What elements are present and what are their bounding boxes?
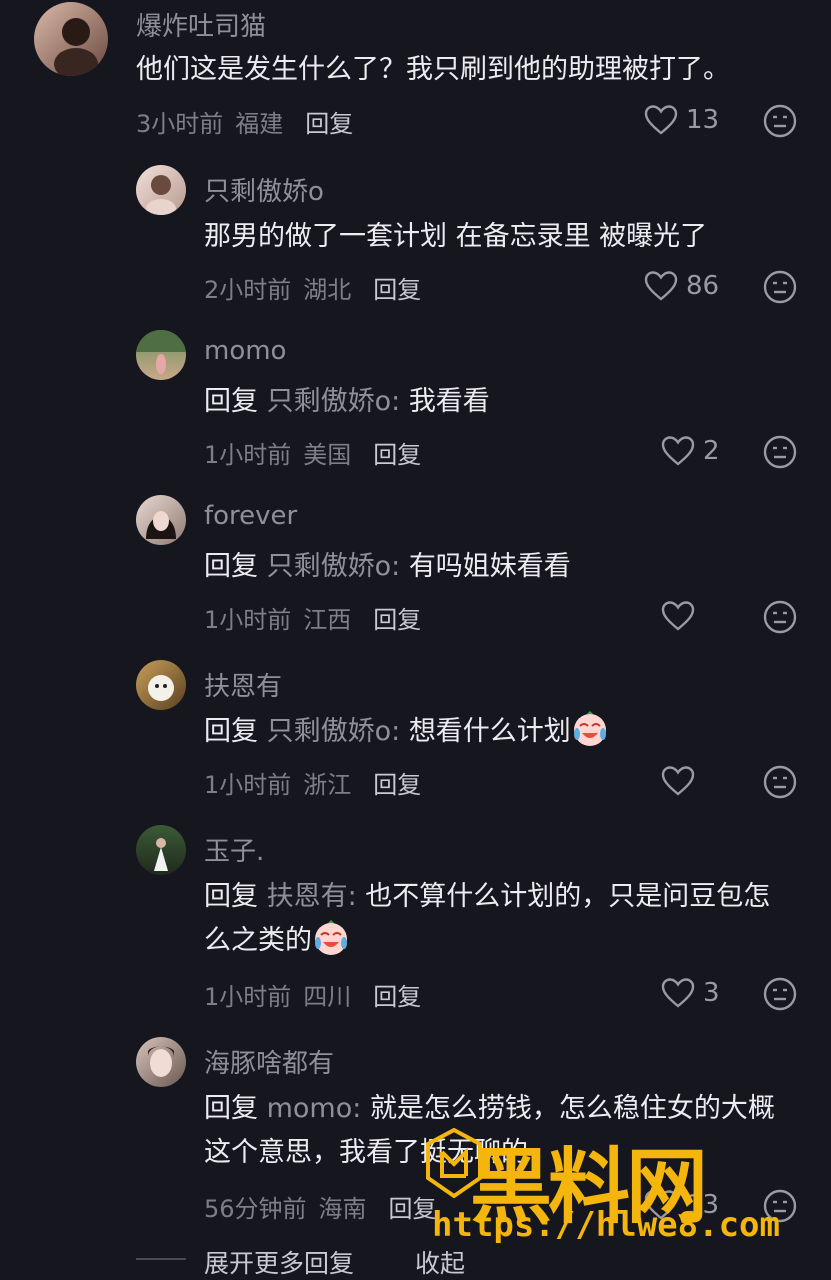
reply-button[interactable]: 回复 <box>305 110 353 138</box>
comment-text: 那男的做了一套计划 在备忘录里 被曝光了 <box>204 221 708 252</box>
comment-username[interactable]: 只剩傲娇o <box>204 171 324 208</box>
like-button[interactable]: 3 <box>661 977 720 1009</box>
divider <box>136 1258 186 1260</box>
like-count: 13 <box>686 105 720 135</box>
reply-target[interactable]: 扶恩有: <box>267 881 357 912</box>
neutral-face-icon[interactable] <box>763 765 797 799</box>
heart-outline-icon <box>644 105 678 135</box>
comment-location: 福建 <box>235 110 284 138</box>
comment-time: 2小时前 <box>204 276 292 304</box>
reply-prefix: 回复 <box>204 551 258 582</box>
like-button[interactable]: 2 <box>661 435 720 467</box>
reply-button[interactable]: 回复 <box>389 1195 437 1223</box>
comment-location: 海南 <box>318 1195 367 1223</box>
comment-username[interactable]: forever <box>204 501 297 531</box>
comment-text: 回复 只剩傲娇o: 想看什么计划 <box>204 710 794 754</box>
reply-target[interactable]: momo: <box>267 1093 362 1124</box>
heart-outline-icon <box>661 766 695 796</box>
avatar[interactable] <box>136 1037 186 1087</box>
reply-item: forever 回复 只剩傲娇o: 有吗姐妹看看 1小时前 江西 回复 <box>0 495 831 655</box>
like-count: 2 <box>703 436 720 466</box>
heart-outline-icon <box>661 436 695 466</box>
comment-text: 他们这是发生什么了？我只刷到他的助理被打了。 <box>136 54 730 85</box>
comment-location: 美国 <box>303 441 352 469</box>
like-button[interactable]: 86 <box>644 270 719 302</box>
crying-laughing-emoji <box>315 920 347 955</box>
comment-username[interactable]: 扶恩有 <box>204 666 282 703</box>
heart-outline-icon <box>661 978 695 1008</box>
comment-meta: 56分钟前 海南 回复 <box>204 1189 437 1224</box>
neutral-face-icon[interactable] <box>763 600 797 634</box>
reply-button[interactable]: 回复 <box>373 441 421 469</box>
comment-time: 56分钟前 <box>204 1195 307 1223</box>
reply-button[interactable]: 回复 <box>373 606 421 634</box>
neutral-face-icon[interactable] <box>763 104 797 138</box>
reply-prefix: 回复 <box>204 1093 258 1124</box>
avatar[interactable] <box>34 2 108 76</box>
reply-prefix: 回复 <box>204 386 258 417</box>
comment-location: 江西 <box>303 606 352 634</box>
comment-meta: 1小时前 四川 回复 <box>204 977 421 1012</box>
comment-item: 爆炸吐司猫 他们这是发生什么了？我只刷到他的助理被打了。 3小时前 福建 回复 13 <box>0 0 831 150</box>
collapse-button[interactable]: 收起 <box>415 1244 465 1280</box>
neutral-face-icon[interactable] <box>763 435 797 469</box>
comment-time: 1小时前 <box>204 771 292 799</box>
reply-target[interactable]: 只剩傲娇o: <box>267 716 401 747</box>
comment-time: 1小时前 <box>204 606 292 634</box>
comment-username[interactable]: 爆炸吐司猫 <box>136 6 266 43</box>
like-button[interactable]: 13 <box>644 104 719 136</box>
heart-outline-icon <box>661 601 695 631</box>
comment-time: 1小时前 <box>204 983 292 1011</box>
like-count: 3 <box>703 978 720 1008</box>
reply-target[interactable]: 只剩傲娇o: <box>267 386 401 417</box>
like-button[interactable] <box>661 600 703 632</box>
reply-button[interactable]: 回复 <box>373 983 421 1011</box>
comment-location: 浙江 <box>303 771 352 799</box>
reply-body: 想看什么计划 <box>408 716 571 747</box>
comment-text: 回复 只剩傲娇o: 有吗姐妹看看 <box>204 545 794 589</box>
comment-text: 回复 只剩傲娇o: 我看看 <box>204 380 794 424</box>
like-button[interactable] <box>661 765 703 797</box>
reply-item: momo 回复 只剩傲娇o: 我看看 1小时前 美国 回复 2 <box>0 330 831 490</box>
comment-meta: 3小时前 福建 回复 <box>136 104 353 139</box>
comment-username[interactable]: momo <box>204 336 286 366</box>
avatar[interactable] <box>136 495 186 545</box>
comment-location: 四川 <box>303 983 352 1011</box>
like-count: 86 <box>686 271 720 301</box>
comment-time: 3小时前 <box>136 110 224 138</box>
comment-location: 湖北 <box>303 276 352 304</box>
heart-outline-icon <box>644 271 678 301</box>
neutral-face-icon[interactable] <box>763 977 797 1011</box>
comment-time: 1小时前 <box>204 441 292 469</box>
neutral-face-icon[interactable] <box>763 270 797 304</box>
reply-item: 扶恩有 回复 只剩傲娇o: 想看什么计划 1小时前 浙江 回复 <box>0 660 831 820</box>
comment-text: 回复 扶恩有: 也不算什么计划的，只是问豆包怎么之类的 <box>204 875 794 963</box>
reply-body: 有吗姐妹看看 <box>408 551 571 582</box>
crying-laughing-emoji <box>573 711 606 746</box>
avatar[interactable] <box>136 825 186 875</box>
comment-username[interactable]: 玉子. <box>204 831 264 868</box>
avatar[interactable] <box>136 165 186 215</box>
reply-prefix: 回复 <box>204 716 258 747</box>
comment-meta: 1小时前 美国 回复 <box>204 435 421 470</box>
comment-meta: 1小时前 江西 回复 <box>204 600 421 635</box>
comment-meta: 2小时前 湖北 回复 <box>204 270 421 305</box>
watermark-url: https://hlwe8.com <box>432 1205 780 1245</box>
reply-item: 玉子. 回复 扶恩有: 也不算什么计划的，只是问豆包怎么之类的 1小时前 四川 回复… <box>0 825 831 1035</box>
reply-item: 只剩傲娇o 那男的做了一套计划 在备忘录里 被曝光了 2小时前 湖北 回复 86 <box>0 165 831 325</box>
reply-button[interactable]: 回复 <box>373 276 421 304</box>
reply-target[interactable]: 只剩傲娇o: <box>267 551 401 582</box>
reply-button[interactable]: 回复 <box>373 771 421 799</box>
reply-prefix: 回复 <box>204 881 258 912</box>
comment-meta: 1小时前 浙江 回复 <box>204 765 421 800</box>
avatar[interactable] <box>136 330 186 380</box>
comment-username[interactable]: 海豚啥都有 <box>204 1043 334 1080</box>
expand-more-replies-button[interactable]: 展开更多回复 <box>204 1244 354 1280</box>
reply-body: 我看看 <box>408 386 490 417</box>
avatar[interactable] <box>136 660 186 710</box>
